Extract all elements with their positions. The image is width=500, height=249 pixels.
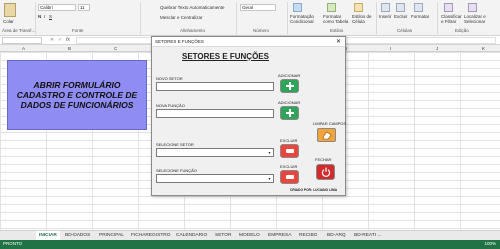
merge-center-button[interactable]: Mesclar e Centralizar	[160, 15, 203, 20]
cancel-icon[interactable]: ✕	[50, 37, 54, 43]
column-label[interactable]: I	[390, 46, 391, 51]
cell-styles-icon[interactable]	[354, 3, 363, 12]
group-separator	[376, 2, 377, 34]
plus-icon	[285, 109, 294, 117]
font-size-box[interactable]: 11	[78, 4, 90, 11]
group-label-number: Número	[253, 28, 270, 33]
sort-filter-label[interactable]: Classificar e Filtrar	[441, 14, 463, 24]
chevron-down-icon[interactable]: ▾	[266, 149, 273, 156]
paste-icon[interactable]	[4, 3, 16, 17]
sectors-functions-dialog: SETORES E FUNÇÕES ✕ SETORES E FUNÇÕES NO…	[151, 36, 346, 196]
enter-icon[interactable]: ✓	[58, 37, 62, 43]
underline-button[interactable]: S	[49, 14, 52, 19]
zoom-level[interactable]: 100%	[484, 241, 496, 246]
delete-sector-label: EXCLUIR	[280, 138, 298, 143]
clear-fields-label: LIMPAR CAMPOS	[313, 121, 347, 126]
chevron-down-icon[interactable]: ▾	[266, 175, 273, 182]
find-select-icon[interactable]	[468, 3, 477, 12]
new-function-label: NOVA FUNÇÃO	[156, 103, 185, 108]
paste-label[interactable]: Colar	[3, 19, 14, 24]
find-select-label[interactable]: Localizar e Selecionar	[464, 14, 494, 24]
wrap-text-button[interactable]: Quebrar Texto Automaticamente	[160, 5, 224, 10]
close-form-button[interactable]	[316, 164, 335, 180]
eraser-icon	[322, 131, 331, 139]
format-table-icon[interactable]	[327, 3, 336, 12]
group-label-alignment: Alinhamento	[180, 28, 206, 33]
column-label[interactable]: C	[114, 46, 117, 51]
group-label-clipboard: Área de Transf...	[2, 28, 36, 33]
new-function-input[interactable]	[156, 109, 274, 118]
column-label[interactable]: B	[68, 46, 71, 51]
select-sector-label: SELECIONE SETOR	[156, 142, 194, 147]
column-label[interactable]: K	[482, 46, 485, 51]
new-sector-input[interactable]	[156, 82, 274, 91]
status-text: PRONTO	[3, 241, 23, 246]
delete-function-label: EXCLUIR	[280, 164, 298, 169]
delete-sector-button[interactable]	[280, 144, 299, 158]
status-bar: PRONTO 100%	[0, 240, 500, 249]
sort-filter-icon[interactable]	[444, 3, 453, 12]
new-sector-label: NOVO SETOR	[156, 76, 183, 81]
column-label[interactable]: J	[436, 46, 438, 51]
font-name-box[interactable]: Calibri	[38, 4, 76, 11]
ribbon: Colar Calibri 11 N I S Quebrar Texto Aut…	[0, 0, 500, 36]
add-function-label: ADICIONAR	[278, 100, 301, 105]
delete-icon[interactable]	[396, 3, 405, 12]
group-separator	[140, 2, 141, 34]
delete-icon	[285, 149, 294, 153]
open-form-banner-button[interactable]: ABRIR FORMULÁRIO CADASTRO E CONTROLE DE …	[7, 60, 147, 130]
plus-icon	[285, 82, 294, 90]
close-icon[interactable]: ✕	[336, 38, 341, 45]
group-label-font: Fonte	[72, 28, 84, 33]
group-separator	[437, 2, 438, 34]
credit-text: CRIADO POR: LUCIANO LIMA	[290, 188, 338, 192]
sheet-tabs: INICIAR BD-DADOS PRINCIPAL FICHAREGISTRO…	[0, 230, 500, 241]
group-separator	[236, 2, 237, 34]
italic-button[interactable]: I	[44, 14, 45, 19]
power-icon	[321, 167, 330, 177]
format-label[interactable]: Formatar	[411, 14, 429, 19]
dialog-title: SETORES E FUNÇÕES	[155, 39, 204, 44]
insert-icon[interactable]	[381, 3, 390, 12]
group-label-cells: Células	[397, 28, 413, 33]
add-sector-button[interactable]	[280, 79, 299, 93]
conditional-format-label[interactable]: Formatação Condicional	[290, 14, 320, 24]
delete-function-button[interactable]	[280, 170, 299, 184]
bold-button[interactable]: N	[38, 14, 41, 19]
select-function-combo[interactable]: ▾	[156, 174, 274, 183]
conditional-format-icon[interactable]	[293, 3, 302, 12]
add-sector-label: ADICIONAR	[278, 73, 301, 78]
column-label[interactable]: A	[22, 46, 25, 51]
insert-label[interactable]: Inserir	[379, 14, 392, 19]
close-form-label: FECHAR	[315, 157, 332, 162]
fx-icon[interactable]: fx	[66, 37, 70, 43]
name-box[interactable]	[2, 37, 42, 44]
select-function-label: SELECIONE FUNÇÃO	[156, 168, 197, 173]
delete-icon	[285, 175, 294, 179]
group-separator	[287, 2, 288, 34]
format-table-label[interactable]: Formatar como Tabela	[323, 14, 351, 24]
group-label-styles: Estilos	[330, 28, 344, 33]
delete-label[interactable]: Excluir	[394, 14, 408, 19]
group-label-editing: Edição	[455, 28, 469, 33]
format-icon[interactable]	[414, 3, 423, 12]
add-function-button[interactable]	[280, 106, 299, 120]
cell-styles-label[interactable]: Estilos de Célula	[352, 14, 374, 24]
banner-text: ABRIR FORMULÁRIO CADASTRO E CONTROLE DE …	[16, 80, 138, 110]
number-format-box[interactable]: Geral	[240, 4, 276, 11]
select-sector-combo[interactable]: ▾	[156, 148, 274, 157]
dialog-titlebar: SETORES E FUNÇÕES ✕	[152, 37, 345, 47]
dialog-heading: SETORES E FUNÇÕES	[182, 52, 269, 61]
clear-fields-button[interactable]	[317, 128, 336, 142]
